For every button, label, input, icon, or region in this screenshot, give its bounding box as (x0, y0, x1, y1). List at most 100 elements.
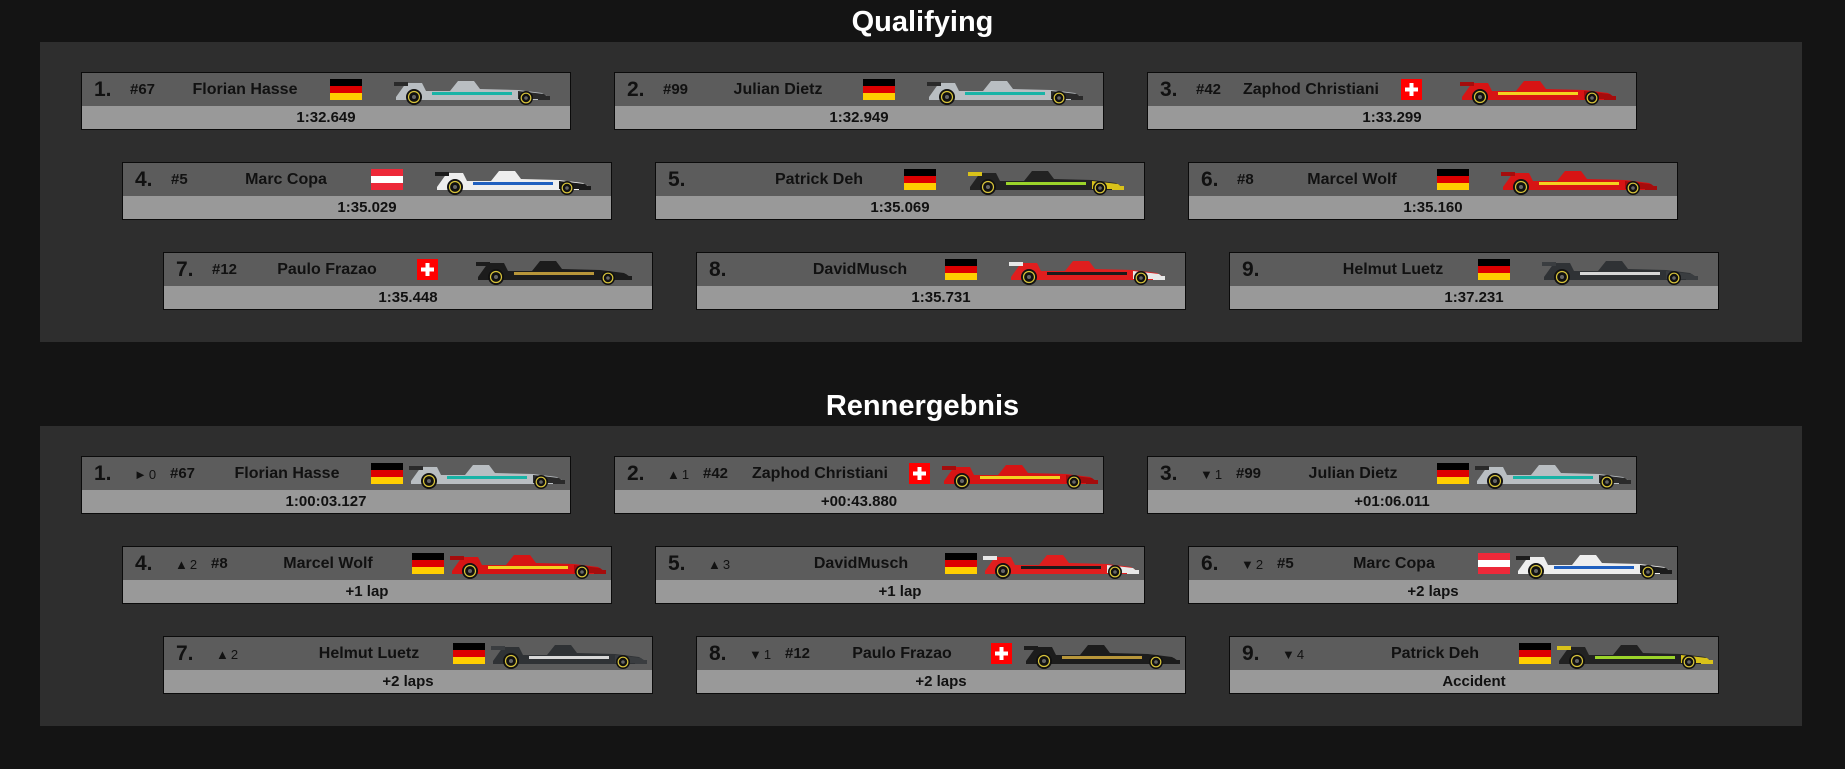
position: 3. (1160, 78, 1178, 101)
race-car-icon (1499, 163, 1659, 196)
race-result: +2 laps (697, 670, 1185, 693)
switzerland-flag-icon (991, 643, 1012, 664)
lap-time: 1:37.231 (1230, 286, 1718, 309)
position-change-count: 1 (681, 467, 690, 482)
race-card: 1. ► 0 #67 Florian Hasse 1:00:03.127 (81, 456, 571, 514)
qualifying-card: 2. #99 Julian Dietz 1:32.949 (614, 72, 1104, 130)
qualifying-card: 4. #5 Marc Copa 1:35.029 (122, 162, 612, 220)
race-card: 4. ▲ 2 #8 Marcel Wolf +1 lap (122, 546, 612, 604)
lap-time: 1:32.649 (82, 106, 570, 129)
position: 6. (1201, 168, 1219, 191)
car-number: #12 (212, 261, 238, 278)
position-change-icon: ▼ (749, 647, 762, 662)
driver-name: Zaphod Christiani (752, 465, 888, 482)
race-car-icon (392, 73, 552, 106)
germany-flag-icon (945, 259, 977, 280)
race-card: 3. ▼ 1 #99 Julian Dietz +01:06.011 (1147, 456, 1637, 514)
driver-name: Patrick Deh (774, 171, 864, 188)
race-panel: 1. ► 0 #67 Florian Hasse 1:00:03.127 2. ▲ 1 #42 Za… (40, 426, 1802, 726)
qualifying-card: 5. Patrick Deh 1:35.069 (655, 162, 1145, 220)
lap-time: 1:35.731 (697, 286, 1185, 309)
race-result: +2 laps (164, 670, 652, 693)
race-car-icon (1555, 637, 1715, 670)
germany-flag-icon (1437, 169, 1469, 190)
driver-name: Florian Hasse (234, 465, 340, 482)
position-change-count: 2 (189, 557, 198, 572)
race-car-icon (966, 163, 1126, 196)
position: 8. (709, 642, 727, 665)
race-card: 6. ▼ 2 #5 Marc Copa +2 laps (1188, 546, 1678, 604)
position-change-count: 2 (1255, 557, 1264, 572)
germany-flag-icon (412, 553, 444, 574)
driver-info-row: 4. ▲ 2 #8 Marcel Wolf (123, 547, 611, 580)
position: 4. (135, 168, 153, 191)
race-car-icon (1514, 547, 1674, 580)
car-number: #8 (211, 555, 228, 572)
race-car-icon (925, 73, 1085, 106)
germany-flag-icon (330, 79, 362, 100)
position: 5. (668, 168, 686, 191)
car-number: #67 (130, 81, 156, 98)
race-result: 1:00:03.127 (82, 490, 570, 513)
race-result: +2 laps (1189, 580, 1677, 603)
position-change: ▼ 4 (1282, 645, 1304, 664)
position-change: ▲ 1 (667, 465, 689, 484)
position-change-icon: ▲ (708, 557, 721, 572)
lap-time: 1:35.069 (656, 196, 1144, 219)
position-change: ▼ 1 (749, 645, 771, 664)
driver-name: Patrick Deh (1390, 645, 1480, 662)
position: 2. (627, 78, 645, 101)
race-result: Accident (1230, 670, 1718, 693)
position-change: ▲ 2 (175, 555, 197, 574)
qualifying-card: 9. Helmut Luetz 1:37.231 (1229, 252, 1719, 310)
driver-info-row: 6. #8 Marcel Wolf (1189, 163, 1677, 196)
position-change-icon: ▲ (175, 557, 188, 572)
position-change-icon: ▲ (667, 467, 680, 482)
position: 9. (1242, 642, 1260, 665)
qualifying-card: 1. #67 Florian Hasse 1:32.649 (81, 72, 571, 130)
driver-info-row: 5. Patrick Deh (656, 163, 1144, 196)
position: 7. (176, 642, 194, 665)
driver-name: Helmut Luetz (1342, 261, 1444, 278)
car-number: #42 (703, 465, 729, 482)
position: 4. (135, 552, 153, 575)
germany-flag-icon (1478, 259, 1510, 280)
switzerland-flag-icon (1401, 79, 1422, 100)
race-car-icon (1540, 253, 1700, 286)
position-change-icon: ▼ (1200, 467, 1213, 482)
position-change: ▼ 2 (1241, 555, 1263, 574)
race-car-icon (1458, 73, 1618, 106)
driver-info-row: 2. #99 Julian Dietz (615, 73, 1103, 106)
driver-info-row: 1. #67 Florian Hasse (82, 73, 570, 106)
driver-name: Florian Hasse (192, 81, 298, 98)
race-car-icon (448, 547, 608, 580)
car-number: #67 (170, 465, 196, 482)
driver-name: Marc Copa (1353, 555, 1435, 572)
germany-flag-icon (453, 643, 485, 664)
driver-name: DavidMusch (812, 261, 908, 278)
position: 7. (176, 258, 194, 281)
race-result: +00:43.880 (615, 490, 1103, 513)
driver-name: Zaphod Christiani (1243, 81, 1379, 98)
driver-name: Paulo Frazao (277, 261, 377, 278)
car-number: #12 (785, 645, 811, 662)
race-card: 7. ▲ 2 Helmut Luetz +2 laps (163, 636, 653, 694)
race-car-icon (1473, 457, 1633, 490)
position-change: ▼ 1 (1200, 465, 1222, 484)
driver-name: Marcel Wolf (1307, 171, 1397, 188)
car-number: #8 (1237, 171, 1254, 188)
race-car-icon (1007, 253, 1167, 286)
driver-info-row: 7. #12 Paulo Frazao (164, 253, 652, 286)
race-result: +1 lap (123, 580, 611, 603)
position: 9. (1242, 258, 1260, 281)
position: 6. (1201, 552, 1219, 575)
germany-flag-icon (1519, 643, 1551, 664)
lap-time: 1:35.448 (164, 286, 652, 309)
position: 8. (709, 258, 727, 281)
qualifying-card: 3. #42 Zaphod Christiani 1:33.299 (1147, 72, 1637, 130)
driver-info-row: 3. ▼ 1 #99 Julian Dietz (1148, 457, 1636, 490)
position: 1. (94, 78, 112, 101)
race-card: 5. ▲ 3 DavidMusch +1 lap (655, 546, 1145, 604)
position: 5. (668, 552, 686, 575)
austria-flag-icon (371, 169, 403, 190)
